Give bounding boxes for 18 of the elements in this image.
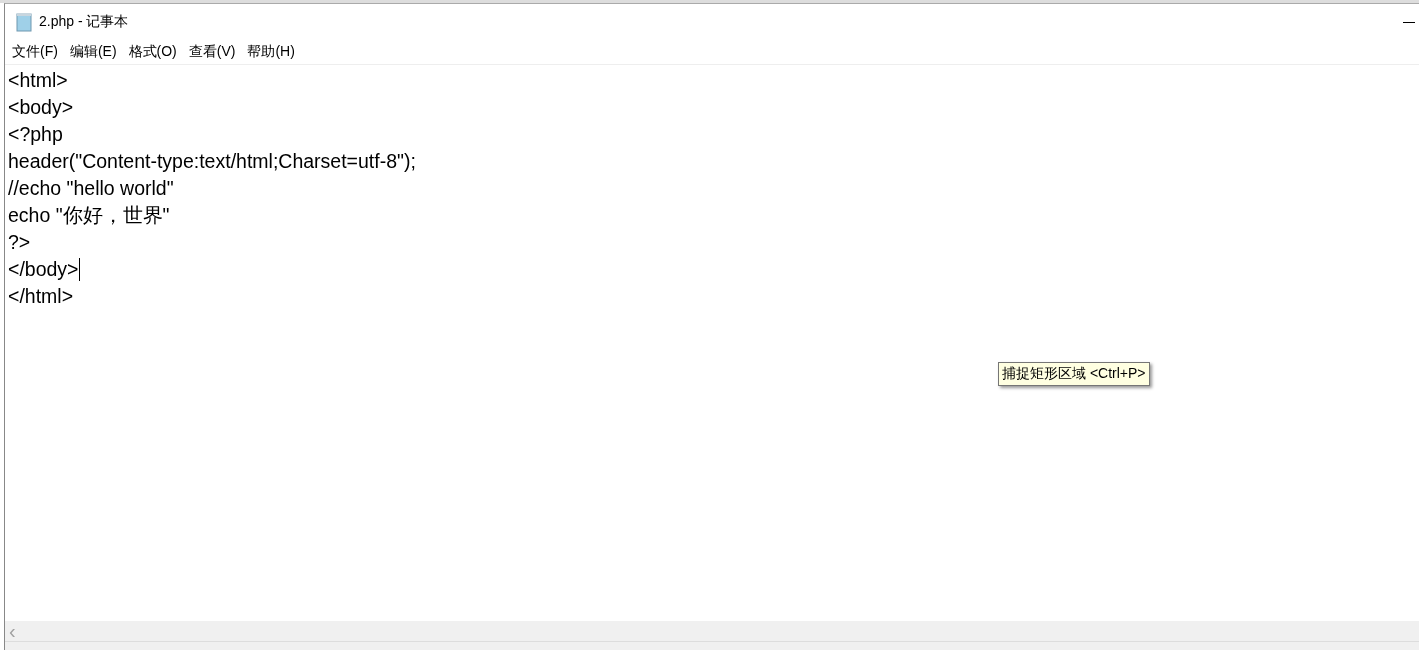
notepad-icon [15,12,33,32]
code-line: //echo "hello world" [8,176,174,201]
menu-item[interactable]: 格式(O) [123,41,184,63]
code-line: <html> [8,68,68,93]
tooltip: 捕捉矩形区域 <Ctrl+P> [998,362,1150,386]
code-line: </html> [8,284,74,309]
window-title: 2.php - 记事本 [39,13,129,31]
menu-item[interactable]: 编辑(E) [64,41,124,63]
code-line: <?php [8,122,63,147]
code-line: echo "你好，世界" [8,203,170,228]
code-line: </body> [8,257,79,282]
code-line: header("Content-type:text/html;Charset=utf-8"); [8,149,416,174]
code-line: ?> [8,230,31,255]
menu-item[interactable]: 查看(V) [183,41,243,63]
minimize-icon[interactable] [1403,21,1415,23]
menu-item[interactable]: 帮助(H) [242,41,302,63]
menu-item[interactable]: 文件(F) [7,41,65,63]
code-line: <body> [8,95,74,120]
